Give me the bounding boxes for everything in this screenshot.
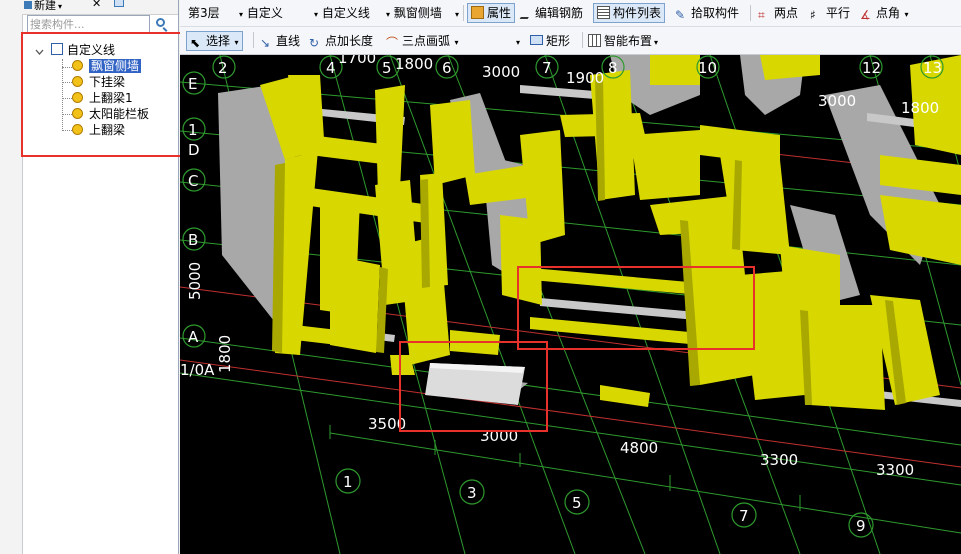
two-points-button[interactable]: ⌗ 两点 bbox=[758, 4, 798, 22]
component-panel: 新建 ▾ ✕ 搜索构件... 自定义线 飘窗侧墙 下挂梁 上翻梁1 太阳能栏板 上… bbox=[0, 0, 184, 554]
delete-icon[interactable]: ✕ bbox=[92, 0, 101, 10]
drawing-canvas[interactable]: 2 4 5 6 7 8 10 12 13 1700 1800 3000 1900… bbox=[180, 55, 961, 554]
axis-label-top: 7 bbox=[542, 59, 552, 77]
axis-label-top: 5 bbox=[382, 59, 392, 77]
3d-model-view[interactable]: 2 4 5 6 7 8 10 12 13 1700 1800 3000 1900… bbox=[180, 55, 961, 554]
dimension-label-left: 1/0A bbox=[180, 361, 215, 379]
dimension-label-top: 3000 bbox=[818, 92, 856, 110]
chevron-down-icon: ▾ bbox=[455, 10, 460, 19]
component-list-button[interactable]: 构件列表 bbox=[593, 3, 666, 23]
toolbar-divider bbox=[253, 32, 254, 48]
smart-layout-button[interactable]: 智能布置 ▾ bbox=[588, 32, 658, 50]
dimension-label-bottom: 3300 bbox=[760, 451, 798, 469]
chevron-down-icon: ▾ bbox=[452, 38, 459, 47]
dimension-label-bottom: 3300 bbox=[876, 461, 914, 479]
axis-label-bottom: 3 bbox=[467, 484, 477, 502]
edit-rebar-icon bbox=[519, 4, 537, 19]
search-input[interactable]: 搜索构件... bbox=[27, 15, 150, 33]
copy-icon[interactable] bbox=[114, 0, 124, 10]
axis-label-bottom: 9 bbox=[856, 517, 866, 535]
parallel-icon: ♯ bbox=[810, 8, 816, 22]
point-length-button[interactable]: ↻ 点加长度 bbox=[309, 32, 373, 50]
axis-label-top: 12 bbox=[862, 59, 881, 77]
type-select[interactable]: ▾ 自定义线 bbox=[312, 4, 370, 22]
dimension-label-top: 1700 bbox=[338, 55, 376, 67]
dimension-label-top: 1900 bbox=[566, 69, 604, 87]
new-icon bbox=[24, 1, 32, 9]
chevron-down-icon: ▾ bbox=[314, 10, 319, 19]
select-button[interactable]: ⬉ 选择 ▾ bbox=[186, 31, 243, 51]
axis-label-bottom: 1 bbox=[343, 473, 353, 491]
category-select[interactable]: ▾ 自定义 bbox=[237, 4, 283, 22]
axis-label-left: A bbox=[188, 328, 199, 346]
axis-label-top: 8 bbox=[608, 59, 618, 77]
chevron-down-icon: ▾ bbox=[232, 38, 239, 47]
list-icon bbox=[597, 6, 610, 19]
point-length-icon: ↻ bbox=[309, 36, 320, 50]
axis-label-bottom: 7 bbox=[739, 507, 749, 525]
axis-label-left: D bbox=[188, 141, 200, 159]
properties-button[interactable]: 属性 bbox=[467, 3, 516, 23]
dimension-label-top: 1800 bbox=[395, 55, 433, 73]
arc-icon: ⌒ bbox=[386, 36, 399, 50]
smart-layout-icon bbox=[588, 34, 601, 47]
dimension-label-top: 1800 bbox=[901, 99, 939, 117]
search-icon[interactable] bbox=[156, 18, 165, 27]
axis-label-left: C bbox=[188, 172, 198, 190]
rectangle-button[interactable]: 矩形 bbox=[530, 32, 570, 50]
new-button[interactable]: 新建 ▾ bbox=[24, 0, 62, 13]
dimension-label-bottom: 4800 bbox=[620, 439, 658, 457]
axis-label-top: 6 bbox=[442, 59, 452, 77]
dimension-label-bottom: 3000 bbox=[480, 427, 518, 445]
axis-label-top: 13 bbox=[923, 59, 942, 77]
axis-label-left: 1 bbox=[188, 121, 198, 139]
line-button[interactable]: ↘ 直线 bbox=[260, 32, 300, 50]
main-toolbar: 第3层 ▾ 自定义 ▾ 自定义线 ▾ 飘窗侧墙 ▾ 属性 编辑钢筋 构件列表 ✎… bbox=[180, 0, 961, 27]
pick-component-button[interactable]: ✎ 拾取构件 bbox=[675, 4, 739, 22]
three-point-arc-button[interactable]: ⌒ 三点画弧 ▾ bbox=[386, 32, 459, 50]
chevron-down-icon: ▾ bbox=[902, 10, 909, 19]
draw-toolbar: ⬉ 选择 ▾ ↘ 直线 ↻ 点加长度 ⌒ 三点画弧 ▾ ▾ 矩形 智能布置 ▾ bbox=[180, 27, 961, 55]
properties-icon bbox=[471, 6, 484, 19]
two-points-icon: ⌗ bbox=[758, 8, 765, 22]
component-select[interactable]: ▾ 飘窗侧墙 bbox=[384, 4, 442, 22]
toolbar-divider bbox=[750, 5, 751, 21]
toolbar-divider bbox=[463, 5, 464, 21]
axis-label-top: 10 bbox=[698, 59, 717, 77]
chevron-down-icon: ▾ bbox=[239, 10, 244, 19]
edit-rebar-button[interactable]: 编辑钢筋 bbox=[519, 4, 583, 22]
dimension-label-left: 1800 bbox=[216, 335, 234, 373]
arc-mode-dropdown[interactable]: ▾ bbox=[514, 32, 520, 50]
axis-label-left: B bbox=[188, 231, 198, 249]
axis-label-top: 2 bbox=[218, 59, 228, 77]
parallel-button[interactable]: ♯ 平行 bbox=[810, 4, 850, 22]
chevron-down-icon: ▾ bbox=[386, 10, 391, 19]
toolbar-divider bbox=[582, 32, 583, 48]
dimension-label-top: 3000 bbox=[482, 63, 520, 81]
panel-toolbar: 新建 ▾ ✕ bbox=[22, 0, 178, 15]
highlight-box-tree bbox=[21, 32, 184, 157]
panel-side-strip bbox=[0, 0, 23, 554]
cursor-icon: ⬉ bbox=[190, 36, 201, 50]
axis-label-top: 4 bbox=[326, 59, 336, 77]
floor-select[interactable]: 第3层 bbox=[188, 4, 220, 22]
point-angle-icon: ∡ bbox=[860, 8, 871, 22]
pick-icon: ✎ bbox=[675, 8, 686, 22]
axis-label-left: E bbox=[188, 75, 197, 93]
axis-label-bottom: 5 bbox=[572, 494, 582, 512]
point-angle-button[interactable]: ∡ 点角 ▾ bbox=[860, 4, 909, 22]
chevron-down-icon: ▾ bbox=[516, 38, 521, 47]
chevron-down-icon: ▾ bbox=[654, 38, 659, 47]
chevron-down-icon: ▾ bbox=[58, 2, 63, 11]
line-icon: ↘ bbox=[260, 36, 271, 50]
rectangle-icon bbox=[530, 35, 543, 45]
dimension-label-left: 5000 bbox=[186, 262, 204, 300]
component-dropdown-arrow[interactable]: ▾ bbox=[453, 4, 459, 22]
